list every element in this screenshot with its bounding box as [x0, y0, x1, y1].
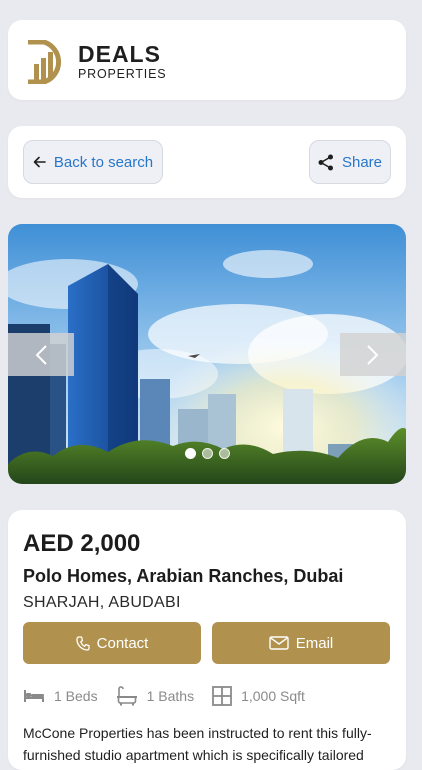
header-card: DEALS PROPERTIES	[8, 20, 406, 100]
listing-location: SHARJAH, ABUDABI	[23, 594, 181, 611]
share-icon	[318, 154, 333, 170]
beds-feature: 1 Beds	[23, 688, 98, 704]
email-button[interactable]: Email	[212, 622, 390, 664]
contact-label: Contact	[96, 634, 149, 652]
contact-button[interactable]: Contact	[23, 622, 201, 664]
chevron-right-icon	[367, 344, 379, 365]
carousel-dot[interactable]	[184, 448, 196, 459]
share-button[interactable]: Share	[309, 140, 391, 184]
beds-count: 1 Beds	[54, 688, 98, 704]
bed-icon	[24, 690, 44, 702]
brand-logo[interactable]: DEALS PROPERTIES	[24, 40, 166, 84]
arrow-left-icon	[33, 156, 46, 168]
deals-logo-icon	[28, 40, 62, 84]
property-image-carousel[interactable]	[8, 224, 406, 484]
floor-plan-icon	[212, 686, 232, 706]
bathtub-icon	[116, 686, 137, 706]
brand-subtitle: PROPERTIES	[78, 67, 167, 82]
chevron-left-icon	[35, 344, 47, 365]
nav-card: Back to search Share	[8, 126, 406, 198]
carousel-indicators	[8, 448, 406, 459]
baths-feature: 1 Baths	[116, 686, 194, 706]
back-to-search-button[interactable]: Back to search	[23, 140, 163, 184]
carousel-dot[interactable]	[218, 448, 230, 459]
envelope-icon	[269, 636, 289, 650]
next-slide-button[interactable]	[340, 333, 406, 376]
listing-info-card: AED 2,000 Polo Homes, Arabian Ranches, D…	[8, 510, 406, 770]
phone-icon	[75, 635, 90, 651]
brand-name: DEALS	[78, 41, 161, 68]
carousel-dot[interactable]	[201, 448, 213, 459]
previous-slide-button[interactable]	[8, 333, 74, 376]
email-label: Email	[295, 634, 334, 652]
area-size: 1,000 Sqft	[241, 688, 305, 704]
baths-count: 1 Baths	[146, 688, 195, 704]
back-to-search-label: Back to search	[53, 153, 154, 171]
area-feature: 1,000 Sqft	[212, 686, 305, 706]
listing-description: McCone Properties has been instructed to…	[23, 725, 372, 763]
listing-price: AED 2,000	[23, 530, 141, 557]
listing-features: 1 Beds 1 Baths 1,000 Sqft	[23, 686, 323, 706]
share-label: Share	[341, 153, 383, 171]
listing-title: Polo Homes, Arabian Ranches, Dubai	[23, 566, 344, 586]
